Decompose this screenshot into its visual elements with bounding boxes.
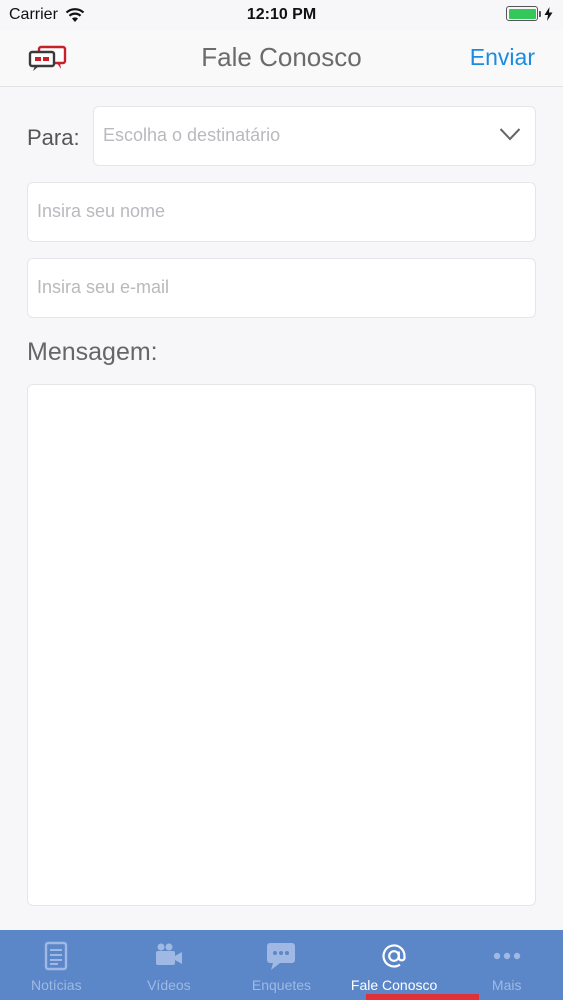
chevron-down-icon bbox=[499, 128, 521, 141]
contact-screen: Carrier 12:10 PM Fale Conosco Enviar Par… bbox=[0, 0, 563, 1000]
status-time: 12:10 PM bbox=[246, 6, 317, 23]
tab-videos[interactable]: Vídeos bbox=[113, 930, 226, 1000]
tab-fale-conosco[interactable]: Fale Conosco bbox=[338, 930, 451, 1000]
tab-bar: Notícias Vídeos Enquetes Fale Conosco Ma… bbox=[0, 930, 563, 1000]
name-placeholder: Insira seu nome bbox=[37, 201, 166, 221]
document-icon bbox=[45, 941, 68, 971]
tab-label: Vídeos bbox=[147, 977, 191, 993]
tab-mais[interactable]: Mais bbox=[450, 930, 563, 1000]
message-label: Mensagem: bbox=[27, 338, 158, 366]
at-sign-icon bbox=[382, 944, 406, 968]
more-dots-icon bbox=[493, 952, 520, 960]
video-camera-icon bbox=[155, 943, 182, 965]
status-right bbox=[506, 6, 553, 21]
send-button[interactable]: Enviar bbox=[470, 44, 535, 71]
battery-tip bbox=[539, 10, 541, 17]
battery-fill bbox=[508, 8, 536, 19]
battery-icon bbox=[506, 6, 538, 21]
tab-label: Notícias bbox=[31, 977, 82, 993]
tab-label: Enquetes bbox=[251, 977, 312, 993]
tab-label: Fale Conosco bbox=[350, 977, 438, 993]
message-textarea[interactable] bbox=[27, 384, 536, 906]
chat-bubble-icon bbox=[267, 943, 296, 970]
status-bar: Carrier 12:10 PM bbox=[0, 0, 563, 30]
to-label: Para: bbox=[27, 125, 80, 150]
tab-label: Mais bbox=[491, 977, 522, 993]
recipient-select[interactable]: Escolha o destinatário bbox=[93, 106, 536, 166]
tab-noticias[interactable]: Notícias bbox=[0, 930, 113, 1000]
recipient-placeholder: Escolha o destinatário bbox=[103, 125, 281, 145]
navigation-bar: Fale Conosco Enviar bbox=[0, 30, 563, 87]
name-field[interactable]: Insira seu nome bbox=[27, 182, 536, 242]
active-tab-indicator bbox=[366, 994, 479, 1000]
charging-bolt-icon bbox=[544, 6, 553, 21]
email-field[interactable]: Insira seu e-mail bbox=[27, 258, 536, 318]
email-placeholder: Insira seu e-mail bbox=[37, 277, 170, 297]
tab-enquetes[interactable]: Enquetes bbox=[225, 930, 338, 1000]
